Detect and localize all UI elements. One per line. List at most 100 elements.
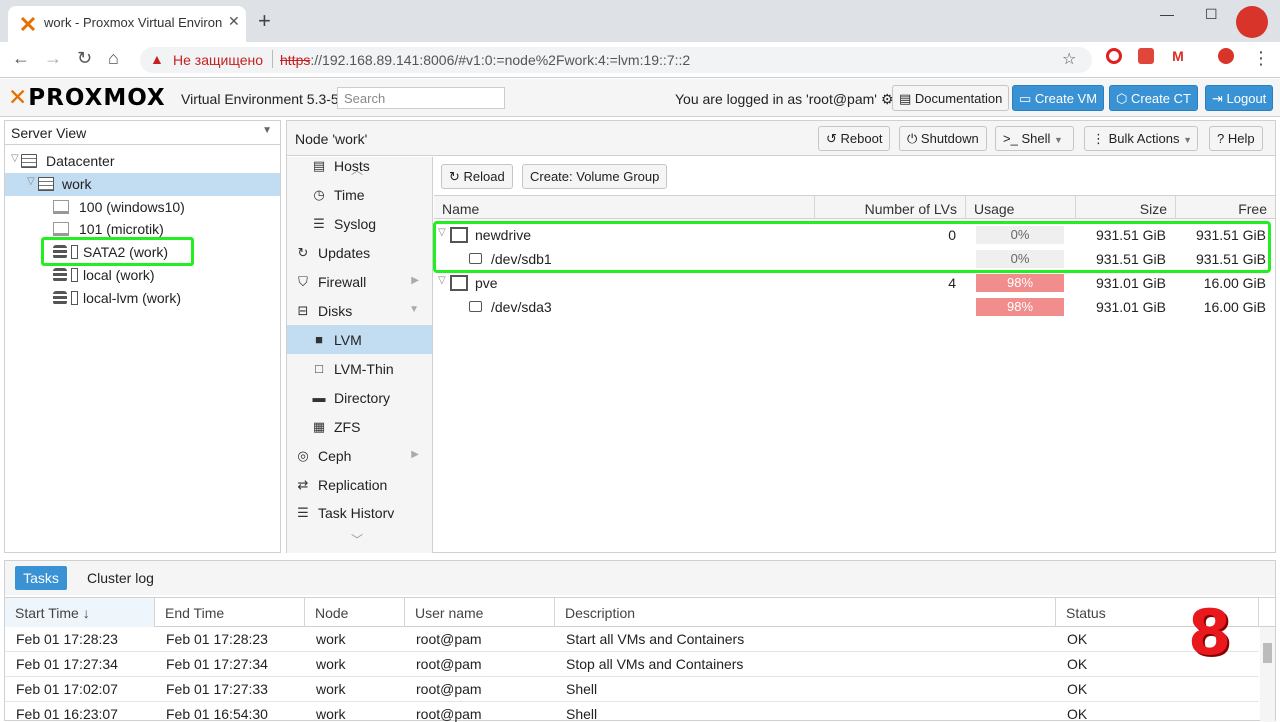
lvm-free: 16.00 GiB xyxy=(1203,299,1266,315)
vm-monitor-icon xyxy=(53,222,69,236)
browser-menu-icon[interactable]: ⋮ xyxy=(1252,48,1270,69)
menu-item-replication[interactable]: ⇄ Replication xyxy=(287,470,432,499)
storage-status-icon xyxy=(71,268,78,282)
task-start: Feb 01 17:27:34 xyxy=(16,656,118,672)
task-row[interactable]: Feb 01 16:23:07 Feb 01 16:54:30 work roo… xyxy=(5,702,1259,722)
menu-item-zfs[interactable]: ▦ ZFS xyxy=(287,412,432,441)
grid-icon: ▦ xyxy=(312,419,326,434)
shell-label: Shell xyxy=(1021,131,1051,146)
bookmark-star-icon[interactable]: ☆ xyxy=(1062,49,1076,69)
create-volume-group-button[interactable]: Create: Volume Group xyxy=(522,164,668,189)
task-end: Feb 01 16:54:30 xyxy=(166,706,268,722)
address-bar[interactable]: ▲ Не защищено https://192.168.89.141:800… xyxy=(140,47,1092,73)
shell-button[interactable]: >_ Shell ▼ xyxy=(995,126,1074,151)
task-row[interactable]: Feb 01 17:02:07 Feb 01 17:27:33 work roo… xyxy=(5,677,1259,702)
datacenter-icon xyxy=(21,154,37,168)
hosts-icon: ▤ xyxy=(312,158,326,173)
tab-cluster-log[interactable]: Cluster log xyxy=(87,570,154,586)
pdf-extension-icon[interactable] xyxy=(1138,48,1154,64)
view-selector[interactable]: Server View ▼ xyxy=(5,121,280,145)
column-lvs[interactable]: Number of LVs xyxy=(815,196,966,219)
column-size[interactable]: Size xyxy=(1076,196,1176,219)
column-user[interactable]: User name xyxy=(405,598,555,627)
chevron-down-icon: ▼ xyxy=(1054,135,1063,145)
task-status: OK xyxy=(1067,656,1088,672)
not-secure-label: Не защищено xyxy=(173,52,263,68)
menu-item-label: LVM-Thin xyxy=(334,361,394,377)
tree-item-datacenter[interactable]: ▽ Datacenter xyxy=(5,150,280,173)
menu-item-updates[interactable]: ↻ Updates xyxy=(287,238,432,267)
task-end: Feb 01 17:27:33 xyxy=(166,681,268,697)
column-end-time[interactable]: End Time xyxy=(155,598,305,627)
menu-item-time[interactable]: ◷ Time xyxy=(287,180,432,209)
tree-item-storage-local[interactable]: local (work) xyxy=(5,264,280,287)
reload-button[interactable]: ↻ Reload xyxy=(441,164,513,189)
square-outline-icon: □ xyxy=(315,361,323,376)
task-user: root@pam xyxy=(416,656,482,672)
task-node: work xyxy=(316,706,346,722)
tab-tasks[interactable]: Tasks xyxy=(15,566,67,590)
lvm-row[interactable]: /dev/sda3 98% 931.01 GiB 16.00 GiB xyxy=(434,295,1275,319)
menu-item-lvm-thin[interactable]: □ LVM-Thin xyxy=(287,354,432,383)
refresh-icon: ↻ xyxy=(297,245,309,260)
bulk-actions-button[interactable]: ⋮ Bulk Actions ▼ xyxy=(1084,126,1198,151)
menu-item-task-history[interactable]: ☰ Task History xyxy=(287,498,432,518)
volume-group-icon xyxy=(450,275,468,291)
menu-item-firewall[interactable]: ⛉ Firewall ▶ xyxy=(287,267,432,296)
tree-item-storage-local-lvm[interactable]: local-lvm (work) xyxy=(5,287,280,310)
scrollbar-thumb[interactable] xyxy=(1263,643,1272,663)
forward-icon[interactable]: → xyxy=(44,48,62,69)
task-row[interactable]: Feb 01 17:27:34 Feb 01 17:27:34 work roo… xyxy=(5,652,1259,677)
tree-item-vm-100[interactable]: 100 (windows10) xyxy=(5,196,280,219)
column-name[interactable]: Name xyxy=(434,196,815,219)
collapse-icon[interactable]: ▽ xyxy=(438,275,446,286)
menu-item-label: Task History xyxy=(318,505,395,518)
node-menu: ︿ ▤ Hosts ◷ Time ☰ Syslog ↻ Updates ⛉ Firewal… xyxy=(287,157,433,553)
help-button[interactable]: ? Help xyxy=(1209,126,1263,151)
create-vm-button[interactable]: ▭ Create VM xyxy=(1012,85,1105,111)
opera-extension-icon[interactable] xyxy=(1106,48,1122,64)
menu-item-ceph[interactable]: ◎ Ceph ▶ xyxy=(287,441,432,470)
logout-button[interactable]: ⇥ Logout xyxy=(1205,85,1274,111)
create-vm-label: Create VM xyxy=(1034,91,1098,106)
lvm-row[interactable]: ▽ pve 4 98% 931.01 GiB 16.00 GiB xyxy=(434,271,1275,295)
reload-icon[interactable]: ↻ xyxy=(77,48,92,69)
task-scrollbar[interactable] xyxy=(1260,627,1275,722)
new-tab-button[interactable]: + xyxy=(258,10,271,32)
back-icon[interactable]: ← xyxy=(12,48,30,69)
menu-item-label: Updates xyxy=(318,245,371,261)
menu-item-hosts[interactable]: ▤ Hosts xyxy=(287,157,432,180)
create-ct-button[interactable]: ⬡ Create CT xyxy=(1109,85,1198,111)
menu-item-label: Directory xyxy=(334,390,391,406)
profile-avatar-icon[interactable] xyxy=(1236,6,1268,38)
reboot-button[interactable]: ↺ Reboot xyxy=(818,126,891,151)
home-icon[interactable]: ⌂ xyxy=(108,48,119,69)
menu-item-directory[interactable]: ▬ Directory xyxy=(287,383,432,412)
task-node: work xyxy=(316,631,346,647)
minimize-button[interactable]: — xyxy=(1160,6,1174,22)
column-description[interactable]: Description xyxy=(555,598,1056,627)
maximize-button[interactable]: ☐ xyxy=(1205,6,1218,23)
documentation-button[interactable]: ▤ Documentation xyxy=(892,85,1010,111)
menu-item-lvm[interactable]: ■ LVM xyxy=(287,325,432,354)
menu-item-disks[interactable]: ⊟ Disks ▼ xyxy=(287,296,432,325)
gmail-extension-icon[interactable]: M xyxy=(1170,48,1186,64)
reload-label: Reload xyxy=(463,169,505,184)
extension-icon[interactable] xyxy=(1218,48,1234,64)
column-start-time[interactable]: Start Time ↓ xyxy=(5,598,155,627)
scroll-down-icon[interactable]: ﹀ xyxy=(351,531,363,548)
browser-tab[interactable]: work - Proxmox Virtual Environm ✕ xyxy=(8,6,246,42)
tree-item-work[interactable]: ▽ work xyxy=(5,173,280,196)
task-row[interactable]: Feb 01 17:28:23 Feb 01 17:28:23 work roo… xyxy=(5,627,1259,652)
logged-in-label: You are logged in as 'root@pam' ⚙ xyxy=(675,91,893,108)
column-node[interactable]: Node xyxy=(305,598,405,627)
shutdown-button[interactable]: ⏻ Shutdown xyxy=(899,126,987,151)
tab-close-icon[interactable]: ✕ xyxy=(228,13,240,30)
column-free[interactable]: Free xyxy=(1176,196,1275,219)
menu-item-syslog[interactable]: ☰ Syslog xyxy=(287,209,432,238)
column-usage[interactable]: Usage xyxy=(966,196,1076,219)
task-grid-body: Feb 01 17:28:23 Feb 01 17:28:23 work roo… xyxy=(5,627,1259,722)
url-text[interactable]: https://192.168.89.141:8006/#v1:0:=node%… xyxy=(280,52,690,68)
highlight-box-storage xyxy=(41,237,194,266)
search-input[interactable]: Search xyxy=(337,87,505,109)
